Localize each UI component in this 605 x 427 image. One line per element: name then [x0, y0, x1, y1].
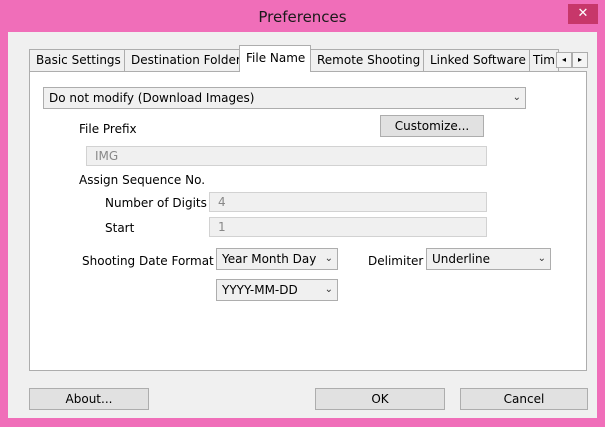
date-pattern-value: YYYY-MM-DD: [222, 283, 298, 297]
date-pattern-select[interactable]: YYYY-MM-DD ⌄: [216, 279, 338, 301]
chevron-down-icon: ⌄: [537, 253, 546, 264]
title-bar[interactable]: Preferences ✕: [0, 0, 605, 32]
file-name-panel: Do not modify (Download Images) ⌄ File P…: [29, 71, 587, 371]
tab-scroll-right-icon[interactable]: ▸: [572, 52, 588, 68]
delimiter-label: Delimiter: [368, 254, 424, 268]
about-button[interactable]: About...: [29, 388, 149, 410]
tab-destination-folder[interactable]: Destination Folder: [124, 49, 240, 71]
tab-linked-software[interactable]: Linked Software: [423, 49, 530, 71]
close-button[interactable]: ✕: [568, 4, 598, 24]
num-digits-label: Number of Digits: [105, 196, 207, 210]
customize-button[interactable]: Customize...: [380, 115, 484, 137]
tab-remote-shooting[interactable]: Remote Shooting: [310, 49, 424, 71]
file-prefix-label: File Prefix: [79, 122, 137, 136]
cancel-button[interactable]: Cancel: [460, 388, 588, 410]
delimiter-value: Underline: [432, 252, 490, 266]
tab-scroll-left-icon[interactable]: ◂: [556, 52, 572, 68]
file-name-mode-value: Do not modify (Download Images): [49, 91, 255, 105]
date-order-value: Year Month Day: [222, 252, 317, 266]
chevron-down-icon: ⌄: [512, 92, 521, 103]
file-prefix-input[interactable]: IMG: [86, 146, 487, 166]
delimiter-select[interactable]: Underline ⌄: [426, 248, 551, 270]
close-icon: ✕: [577, 6, 589, 21]
ok-button[interactable]: OK: [315, 388, 445, 410]
date-format-label: Shooting Date Format: [82, 254, 214, 268]
tab-basic-settings[interactable]: Basic Settings: [29, 49, 125, 71]
date-order-select[interactable]: Year Month Day ⌄: [216, 248, 338, 270]
chevron-down-icon: ⌄: [324, 253, 333, 264]
chevron-down-icon: ⌄: [324, 284, 333, 295]
assign-sequence-label: Assign Sequence No.: [79, 173, 206, 187]
start-label: Start: [105, 221, 135, 235]
tab-file-name[interactable]: File Name: [239, 45, 311, 72]
tab-time[interactable]: Tim: [529, 49, 559, 71]
file-name-mode-select[interactable]: Do not modify (Download Images) ⌄: [43, 87, 526, 109]
window-title: Preferences: [258, 8, 347, 26]
num-digits-input[interactable]: 4: [209, 192, 487, 212]
start-input[interactable]: 1: [209, 217, 487, 237]
